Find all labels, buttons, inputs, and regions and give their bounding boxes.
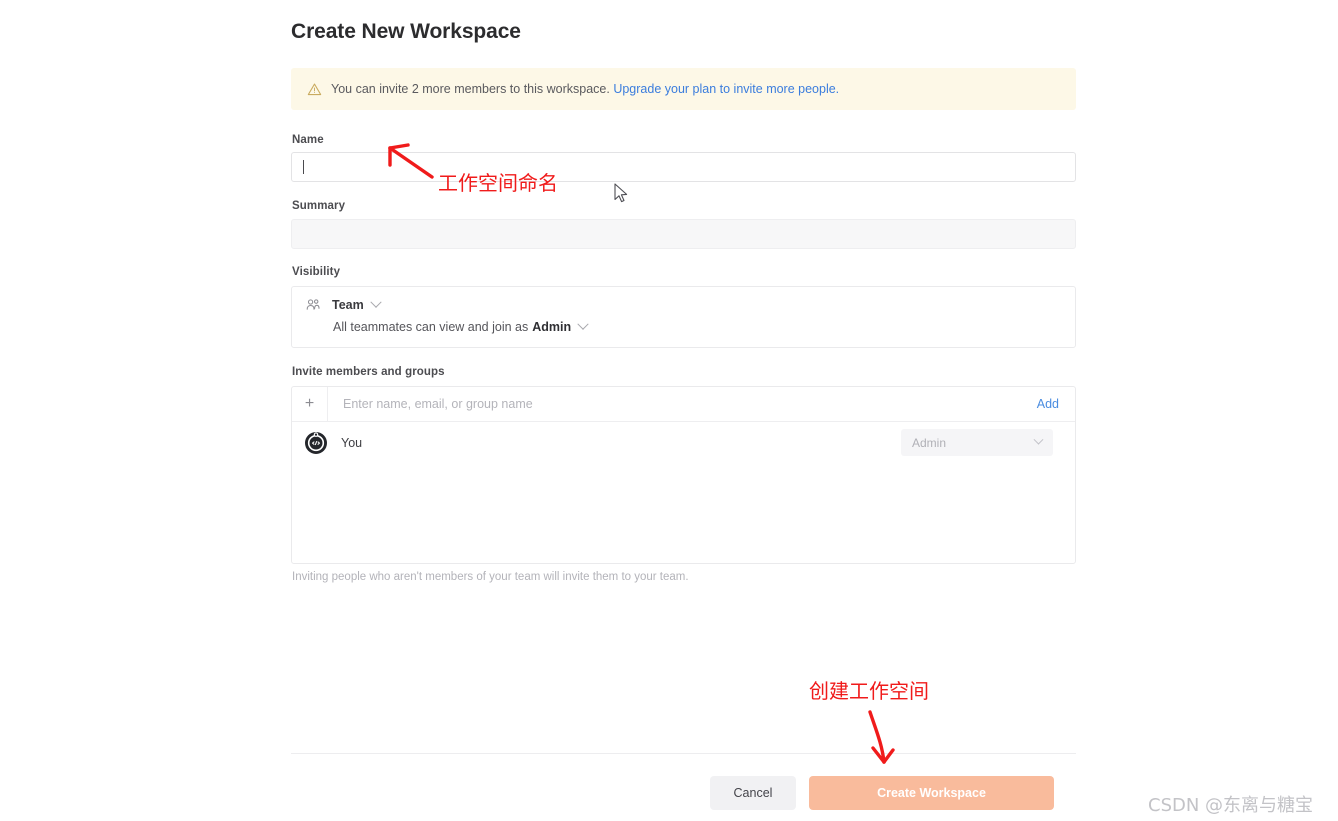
visibility-role-value: Admin	[532, 320, 572, 334]
mouse-cursor	[614, 183, 628, 203]
visibility-value: Team	[332, 298, 364, 312]
summary-label: Summary	[292, 200, 346, 212]
user-avatar-code-icon	[305, 432, 327, 454]
create-workspace-dialog: Create New Workspace You can invite 2 mo…	[291, 0, 1076, 821]
workspace-name-input[interactable]	[291, 152, 1076, 182]
visibility-panel: Team All teammates can view and join as …	[291, 286, 1076, 348]
chevron-down-icon	[1033, 434, 1044, 445]
annotation-label-create: 创建工作空间	[809, 679, 929, 703]
invite-input-row: + Enter name, email, or group name Add	[292, 387, 1075, 422]
visibility-label: Visibility	[292, 266, 341, 278]
member-list-item: You Admin	[292, 422, 1075, 464]
invite-members-box: + Enter name, email, or group name Add Y…	[291, 386, 1076, 564]
annotation-label-name: 工作空间命名	[438, 171, 558, 195]
invite-hint-text: Inviting people who aren't members of yo…	[292, 571, 689, 583]
visibility-selector[interactable]: Team	[305, 296, 382, 313]
invite-input[interactable]: Enter name, email, or group name	[328, 397, 1037, 411]
chevron-down-icon	[370, 296, 382, 308]
add-member-button[interactable]: Add	[1037, 397, 1059, 411]
create-workspace-button[interactable]: Create Workspace	[809, 776, 1054, 810]
screen-root: Create New Workspace You can invite 2 mo…	[0, 0, 1338, 821]
member-name: You	[341, 436, 363, 450]
plus-icon[interactable]: +	[292, 387, 328, 421]
workspace-summary-input[interactable]	[291, 219, 1076, 249]
member-role-value: Admin	[912, 435, 947, 450]
watermark: CSDN @东离与糖宝	[1148, 795, 1314, 816]
people-icon	[306, 299, 320, 310]
chevron-down-icon	[577, 318, 589, 330]
banner-message: You can invite 2 more members to this wo…	[331, 81, 610, 96]
visibility-description: All teammates can view and join as	[333, 320, 529, 334]
banner-text-wrapper: You can invite 2 more members to this wo…	[331, 83, 839, 96]
invite-label: Invite members and groups	[292, 366, 445, 378]
cancel-button[interactable]: Cancel	[710, 776, 796, 810]
page-title: Create New Workspace	[291, 20, 521, 43]
invite-limit-banner: You can invite 2 more members to this wo…	[291, 68, 1076, 110]
footer-divider	[291, 753, 1076, 754]
warning-triangle-icon	[307, 83, 322, 95]
text-caret	[303, 160, 304, 174]
member-role-select[interactable]: Admin	[901, 429, 1053, 456]
upgrade-plan-link[interactable]: Upgrade your plan to invite more people.	[613, 82, 839, 96]
name-label: Name	[292, 134, 324, 146]
visibility-role-row[interactable]: All teammates can view and join as Admin	[333, 318, 589, 334]
